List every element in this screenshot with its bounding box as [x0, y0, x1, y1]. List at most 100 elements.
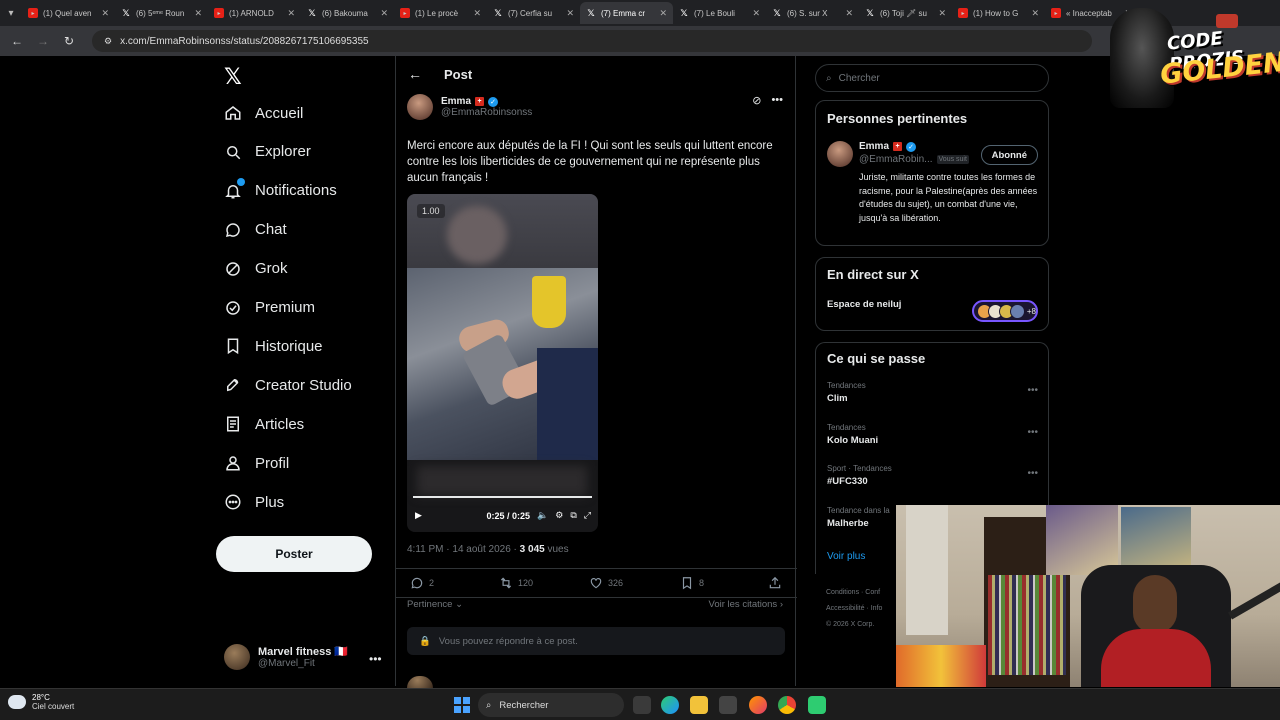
url-field[interactable]: ⚙ x.com/EmmaRobinsonss/status/2088267175…: [92, 30, 1092, 52]
nav-item-notifications[interactable]: Notifications: [223, 177, 337, 201]
x-logo-icon[interactable]: 𝕏: [224, 64, 242, 90]
store-icon[interactable]: [719, 696, 737, 714]
post-button[interactable]: Poster: [216, 536, 372, 572]
sort-dropdown[interactable]: Pertinence ⌄: [407, 599, 463, 610]
close-icon[interactable]: ✕: [566, 8, 574, 19]
close-icon[interactable]: ✕: [938, 8, 946, 19]
person-name[interactable]: Emma: [859, 141, 889, 152]
browser-tab[interactable]: 𝕏 (7) Cerfia su ✕: [487, 2, 580, 24]
video-progress-bar[interactable]: [413, 496, 592, 498]
tab-title: (1) How to G: [973, 8, 1019, 18]
nav-item-chat[interactable]: Chat: [223, 220, 287, 240]
browser-tab[interactable]: ▸ (1) How to G ✕: [952, 2, 1045, 24]
firefox-icon[interactable]: [749, 696, 767, 714]
bookmark-button[interactable]: 8: [680, 576, 704, 590]
close-icon[interactable]: ✕: [101, 8, 109, 19]
trend-item[interactable]: Tendance dans la Malherbe: [827, 506, 890, 529]
more-dots-icon[interactable]: •••: [1027, 427, 1038, 438]
trend-item[interactable]: Tendances Clim: [827, 381, 866, 404]
like-button[interactable]: 326: [589, 576, 623, 590]
nav-item-plus[interactable]: Plus: [223, 492, 284, 512]
post-timestamp[interactable]: 4:11 PM · 14 août 2026 ·: [407, 544, 520, 555]
browser-tab[interactable]: 𝕏 (7) Le Bouli ✕: [673, 2, 766, 24]
browser-tab[interactable]: 𝕏 (6) Toji 🗡 su ✕: [859, 2, 952, 24]
tab-title: (1) Le procè: [415, 8, 459, 18]
nav-item-historique[interactable]: Historique: [223, 336, 323, 356]
tab-title: (1) ARNOLD: [229, 8, 274, 18]
site-info-icon[interactable]: ⚙: [104, 36, 112, 47]
browser-tab[interactable]: 𝕏 (7) Emma cr ✕: [580, 2, 673, 24]
more-dots-icon[interactable]: •••: [1027, 468, 1038, 479]
following-button[interactable]: Abonné: [980, 145, 1038, 165]
nav-item-profil[interactable]: Profil: [223, 453, 289, 473]
video-player[interactable]: 1.00 ▶ 0:25 / 0:25 🔈 ⚙ ⧉ ⤢: [407, 194, 598, 532]
space-title[interactable]: Espace de neiluj: [827, 299, 901, 310]
card-title: Ce qui se passe: [827, 351, 926, 366]
quotes-link[interactable]: Voir les citations ›: [709, 599, 783, 610]
post-author[interactable]: Emma + ✓ @EmmaRobinsonss: [407, 94, 532, 120]
browser-tab[interactable]: 𝕏 (6) 5ᵉᵐᵉ Roun ✕: [115, 2, 208, 24]
fullscreen-icon[interactable]: ⤢: [584, 510, 591, 521]
more-dots-icon[interactable]: •••: [369, 652, 382, 666]
tab-list-chevron-icon[interactable]: ▾: [0, 0, 22, 26]
browser-tab[interactable]: ▸ (1) Quel aven ✕: [22, 2, 115, 24]
nav-item-premium[interactable]: Premium: [223, 298, 315, 318]
nav-item-accueil[interactable]: Accueil: [223, 103, 303, 123]
browser-tab[interactable]: 𝕏 (6) Bakouma ✕: [301, 2, 394, 24]
reload-icon[interactable]: ↻: [58, 30, 80, 52]
file-explorer-icon[interactable]: [690, 696, 708, 714]
back-arrow-icon[interactable]: ←: [6, 30, 28, 52]
author-handle[interactable]: @EmmaRobinsonss: [441, 107, 532, 118]
close-icon[interactable]: ✕: [473, 8, 481, 19]
reply-button[interactable]: 2: [410, 576, 434, 590]
edge-icon[interactable]: [661, 696, 679, 714]
windows-start-icon[interactable]: [454, 697, 470, 713]
nav-item-explorer[interactable]: Explorer: [223, 142, 311, 162]
more-dots-icon[interactable]: •••: [771, 94, 783, 107]
task-view-icon[interactable]: [633, 696, 651, 714]
browser-tab[interactable]: ▸ (1) ARNOLD ✕: [208, 2, 301, 24]
pip-icon[interactable]: ⧉: [570, 510, 576, 521]
nav-item-articles[interactable]: Articles: [223, 414, 304, 434]
settings-icon[interactable]: ⚙: [555, 510, 563, 521]
footer-line[interactable]: Conditions · Conf: [826, 585, 882, 601]
nav-item-creator-studio[interactable]: Creator Studio: [223, 375, 352, 395]
close-icon[interactable]: ✕: [659, 8, 667, 19]
author-avatar[interactable]: [827, 141, 853, 167]
author-name[interactable]: Emma: [441, 96, 471, 107]
repost-button[interactable]: 120: [499, 576, 533, 590]
close-icon[interactable]: ✕: [194, 8, 202, 19]
tab-title: (1) Quel aven: [43, 8, 92, 18]
grok-icon[interactable]: ⊘: [752, 94, 761, 107]
nav-item-grok[interactable]: Grok: [223, 259, 288, 279]
verified-badge-icon: ✓: [906, 141, 917, 152]
close-icon[interactable]: ✕: [752, 8, 760, 19]
footer-line[interactable]: Accessibilité · Info: [826, 601, 882, 617]
see-more-link[interactable]: Voir plus: [827, 551, 865, 562]
volume-icon[interactable]: 🔈: [537, 510, 548, 521]
close-icon[interactable]: ✕: [845, 8, 853, 19]
search-input[interactable]: ⌕ Chercher: [815, 64, 1049, 92]
taskbar-search[interactable]: ⌕ Rechercher: [478, 693, 624, 717]
forward-arrow-icon[interactable]: →: [32, 30, 54, 52]
close-icon[interactable]: ✕: [1031, 8, 1039, 19]
browser-tab[interactable]: ▸ (1) Le procè ✕: [394, 2, 487, 24]
rocket-icon: [223, 375, 243, 395]
account-switcher[interactable]: Marvel fitness 🇫🇷 @Marvel_Fit •••: [224, 644, 382, 670]
space-listeners[interactable]: +8: [972, 300, 1038, 322]
play-icon[interactable]: ▶: [415, 510, 422, 521]
app-icon[interactable]: [808, 696, 826, 714]
person-handle[interactable]: @EmmaRobin...: [859, 154, 933, 165]
share-button[interactable]: [768, 576, 782, 590]
back-arrow-icon[interactable]: ←: [408, 66, 422, 82]
weather-widget[interactable]: 28°C Ciel couvert: [8, 693, 74, 711]
more-dots-icon[interactable]: •••: [1027, 385, 1038, 396]
trend-item[interactable]: Tendances Kolo Muani: [827, 423, 878, 446]
browser-tab[interactable]: 𝕏 (6) S. sur X ✕: [766, 2, 859, 24]
nav-item-label: Explorer: [255, 143, 311, 161]
close-icon[interactable]: ✕: [287, 8, 295, 19]
trend-item[interactable]: Sport · Tendances #UFC330: [827, 464, 892, 487]
close-icon[interactable]: ✕: [380, 8, 388, 19]
chrome-icon[interactable]: [778, 696, 796, 714]
author-avatar[interactable]: [407, 94, 433, 120]
